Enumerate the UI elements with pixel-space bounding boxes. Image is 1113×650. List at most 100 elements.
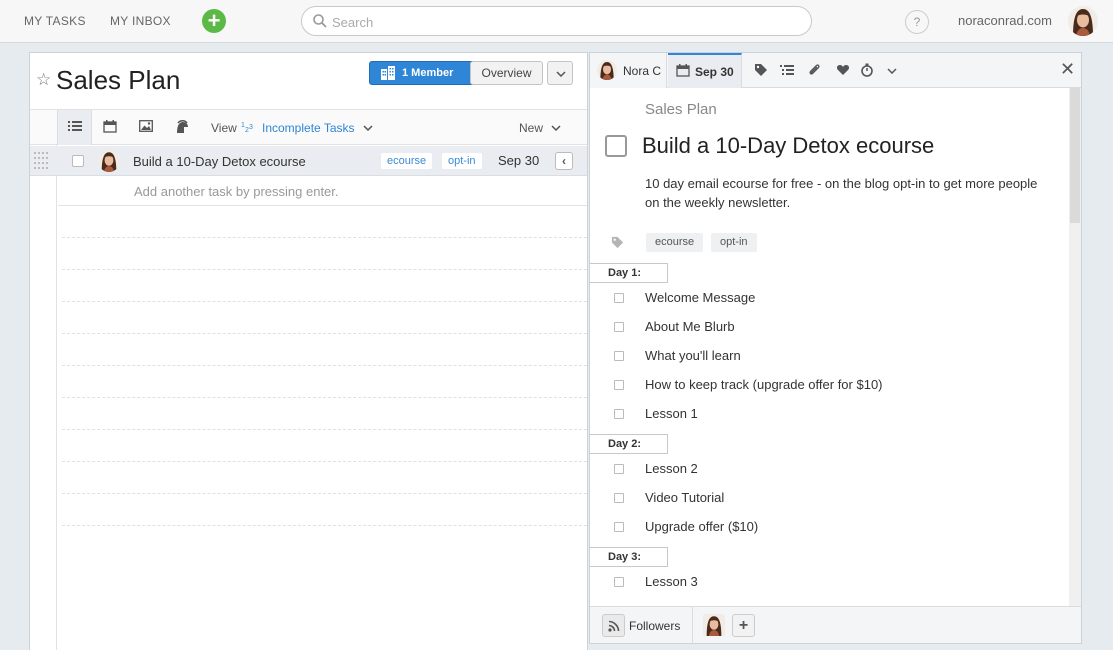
chevron-down-icon[interactable]: [551, 125, 561, 131]
chevron-down-icon: [556, 71, 566, 77]
empty-row-line: [62, 365, 587, 366]
empty-row-line: [62, 461, 587, 462]
subtask-checkbox[interactable]: [614, 380, 624, 390]
star-icon[interactable]: ☆: [36, 70, 51, 90]
chevron-down-icon[interactable]: [887, 68, 897, 74]
heart-icon[interactable]: [836, 63, 850, 77]
subtask-name[interactable]: Lesson 2: [645, 461, 698, 476]
tag-icon: [611, 236, 624, 249]
divider: [692, 607, 693, 644]
due-date-label: Sep 30: [695, 65, 734, 79]
files-view-button[interactable]: [129, 110, 164, 145]
search-input[interactable]: [332, 12, 792, 32]
subtask-name[interactable]: Video Tutorial: [645, 490, 724, 505]
subtask-name[interactable]: Upgrade offer ($10): [645, 519, 758, 534]
subtask-name[interactable]: What you'll learn: [645, 348, 741, 363]
overview-button[interactable]: Overview: [470, 61, 543, 85]
assignee-avatar: [597, 60, 617, 80]
subtask-name[interactable]: Welcome Message: [645, 290, 755, 305]
complete-task-checkbox[interactable]: [605, 135, 627, 157]
detail-header: Nora C Sep 30 ✕: [590, 53, 1081, 88]
task-row[interactable]: Build a 10-Day Detox ecourse ecourse opt…: [30, 146, 587, 176]
new-button[interactable]: New: [519, 121, 543, 135]
subtask-checkbox[interactable]: [614, 351, 624, 361]
task-description[interactable]: 10 day email ecourse for free - on the b…: [645, 174, 1045, 212]
assignee-button[interactable]: Nora C: [590, 53, 667, 88]
follow-button[interactable]: [602, 614, 625, 637]
view-label: View: [211, 121, 237, 135]
quick-add-button[interactable]: +: [202, 9, 226, 33]
subtask-name[interactable]: Lesson 1: [645, 406, 698, 421]
subtask-name[interactable]: How to keep track (upgrade offer for $10…: [645, 377, 883, 392]
assignee-name: Nora C: [623, 64, 662, 78]
help-icon[interactable]: ?: [905, 10, 929, 34]
follower-avatar[interactable]: [703, 614, 725, 636]
subtask-checkbox[interactable]: [614, 409, 624, 419]
subtask-checkbox[interactable]: [614, 522, 624, 532]
section-header[interactable]: Day 3:: [590, 547, 668, 567]
nav-my-tasks[interactable]: MY TASKS: [24, 14, 86, 28]
image-icon: [139, 120, 153, 132]
project-menu-button[interactable]: [547, 61, 573, 85]
progress-view-button[interactable]: [165, 110, 200, 145]
search-bar[interactable]: [301, 6, 812, 36]
subtask-checkbox[interactable]: [614, 464, 624, 474]
subtask-name[interactable]: Lesson 3: [645, 574, 698, 589]
detail-scrollbar[interactable]: [1069, 88, 1081, 606]
detail-tag-opt-in[interactable]: opt-in: [711, 233, 757, 252]
section-header[interactable]: Day 2:: [590, 434, 668, 454]
task-checkbox[interactable]: [72, 155, 84, 167]
task-due-date[interactable]: Sep 30: [498, 153, 539, 168]
top-bar: MY TASKS MY INBOX + ? noraconrad.com: [0, 0, 1113, 43]
empty-row-line: [62, 525, 587, 526]
view-filter-dropdown[interactable]: Incomplete Tasks: [262, 121, 355, 135]
list-view-icon: [68, 121, 82, 131]
subtasks-icon[interactable]: [780, 63, 794, 77]
task-tag-ecourse[interactable]: ecourse: [381, 153, 433, 169]
account-name[interactable]: noraconrad.com: [958, 13, 1052, 28]
due-date-button[interactable]: Sep 30: [668, 53, 742, 88]
task-assignee-avatar[interactable]: [98, 150, 120, 172]
nav-my-inbox[interactable]: MY INBOX: [110, 14, 171, 28]
tag-icon[interactable]: [754, 63, 768, 77]
subtask-checkbox[interactable]: [614, 577, 624, 587]
add-follower-button[interactable]: +: [732, 614, 755, 637]
list-view-button[interactable]: [57, 110, 92, 145]
calendar-view-button[interactable]: [93, 110, 128, 145]
section-header[interactable]: Day 1:: [590, 263, 668, 283]
chevron-down-icon[interactable]: [363, 125, 373, 131]
user-avatar[interactable]: [1068, 6, 1098, 36]
add-task-hint[interactable]: Add another task by pressing enter.: [134, 184, 339, 199]
divider: [58, 205, 587, 206]
subtask-name[interactable]: About Me Blurb: [645, 319, 735, 334]
sort-icon: 1 2 3: [241, 122, 253, 133]
empty-row-line: [62, 429, 587, 430]
calendar-icon: [676, 64, 690, 77]
scrollbar-thumb[interactable]: [1070, 88, 1080, 223]
paperclip-icon[interactable]: [807, 63, 821, 77]
task-detail-panel: Nora C Sep 30 ✕ Sales Plan Build a 10-Da…: [589, 52, 1082, 644]
task-name[interactable]: Build a 10-Day Detox ecourse: [133, 154, 306, 169]
empty-row-line: [62, 301, 587, 302]
left-gutter: [30, 145, 57, 650]
task-title[interactable]: Build a 10-Day Detox ecourse: [642, 133, 934, 159]
followers-label: Followers: [629, 619, 681, 633]
empty-row-line: [62, 333, 587, 334]
subtask-checkbox[interactable]: [614, 293, 624, 303]
detail-project-link[interactable]: Sales Plan: [645, 101, 717, 118]
task-tag-opt-in[interactable]: opt-in: [442, 153, 482, 169]
project-title[interactable]: Sales Plan: [56, 65, 180, 96]
empty-row-line: [62, 237, 587, 238]
collapse-detail-button[interactable]: ‹: [555, 152, 573, 170]
building-icon: [381, 66, 395, 80]
stopwatch-icon[interactable]: [860, 63, 874, 77]
drag-handle-icon[interactable]: [34, 151, 52, 171]
empty-row-line: [62, 269, 587, 270]
spartan-helmet-icon: [177, 120, 188, 133]
search-icon: [313, 14, 327, 28]
subtask-checkbox[interactable]: [614, 322, 624, 332]
close-icon[interactable]: ✕: [1060, 59, 1075, 80]
subtask-checkbox[interactable]: [614, 493, 624, 503]
project-toolbar: View 1 2 3 Incomplete Tasks New: [30, 109, 587, 145]
detail-tag-ecourse[interactable]: ecourse: [646, 233, 704, 252]
